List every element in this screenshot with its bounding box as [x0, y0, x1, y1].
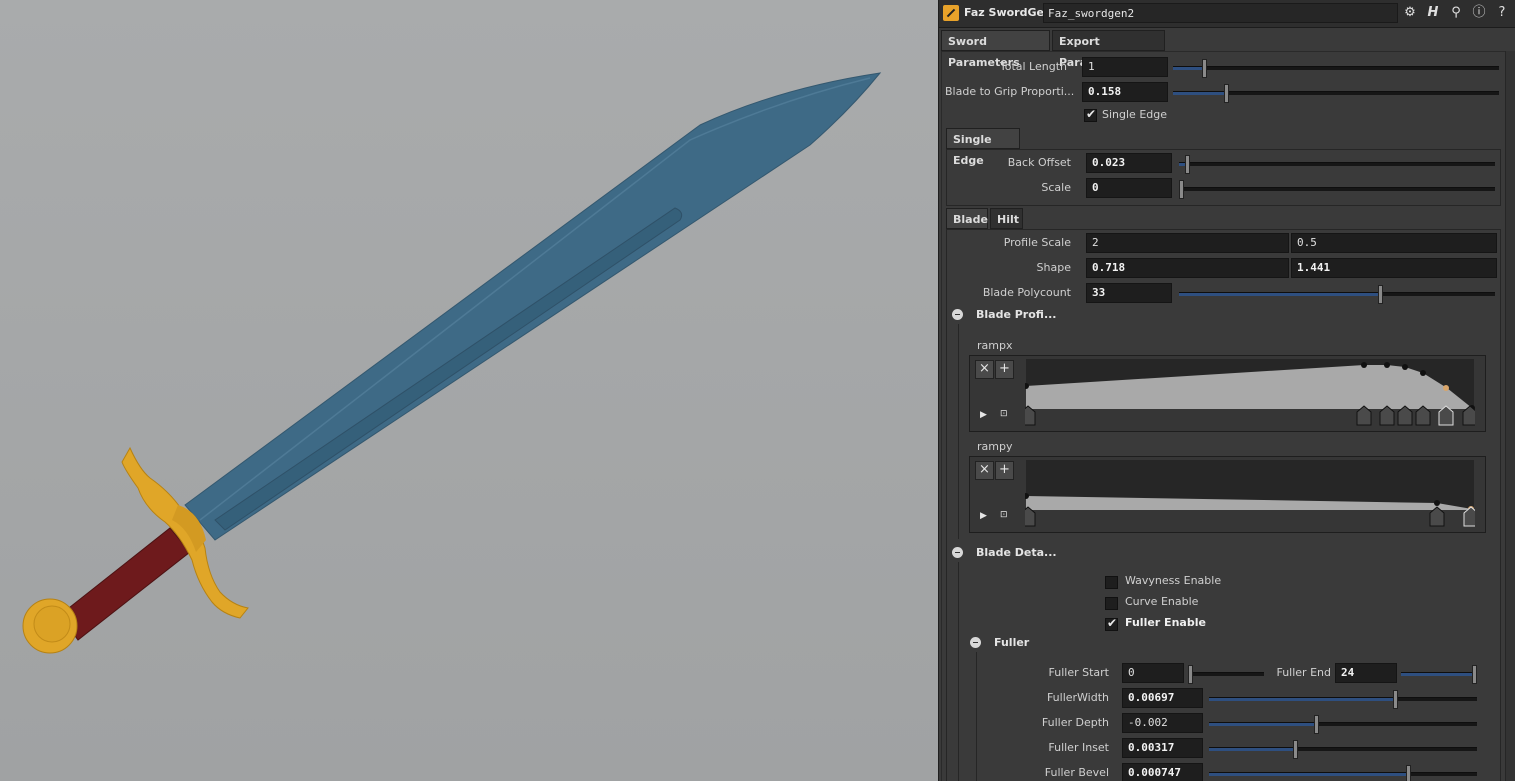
fuller-start-slider[interactable] — [1188, 665, 1264, 684]
fuller-bevel-field[interactable]: 0.000747 — [1122, 763, 1203, 781]
houdini-help-icon[interactable]: H — [1425, 5, 1441, 21]
shape-label: Shape — [1036, 261, 1071, 274]
node-type-label: Faz SwordGen — [964, 6, 1052, 19]
fuller-folder[interactable]: Fuller — [994, 636, 1029, 649]
fuller-start-label: Fuller Start — [1048, 666, 1109, 679]
folder-indent-line — [958, 324, 959, 539]
blade-polycount-field[interactable]: 33 — [1086, 283, 1172, 303]
blade-profile-folder[interactable]: Blade Profi... — [976, 308, 1056, 321]
total-length-slider[interactable] — [1173, 59, 1499, 78]
rampx-graph[interactable] — [1025, 358, 1475, 430]
remove-key-icon[interactable]: × — [975, 461, 994, 480]
tab-blade[interactable]: Blade — [946, 208, 988, 229]
blade-polycount-slider[interactable] — [1179, 285, 1495, 304]
blade-grip-proportion-field[interactable]: 0.158 — [1082, 82, 1168, 102]
fuller-enable-label: Fuller Enable — [1125, 616, 1206, 629]
fuller-width-slider[interactable] — [1209, 690, 1477, 709]
fuller-bevel-label: Fuller Bevel — [1044, 766, 1109, 779]
total-length-field[interactable]: 1 — [1082, 57, 1168, 77]
back-offset-label: Back Offset — [1007, 156, 1071, 169]
fuller-width-label: FullerWidth — [1046, 691, 1109, 704]
fuller-inset-label: Fuller Inset — [1048, 741, 1109, 754]
scale-label: Scale — [1041, 181, 1071, 194]
back-offset-slider[interactable] — [1179, 155, 1495, 174]
blade-polycount-label: Blade Polycount — [982, 286, 1071, 299]
parameter-header: Faz SwordGen Faz_swordgen2 ⚙ H ⚲ ⓘ ? — [939, 0, 1515, 28]
blade-details-folder[interactable]: Blade Deta... — [976, 546, 1057, 559]
curve-enable-checkbox[interactable] — [1105, 597, 1118, 610]
collapse-icon[interactable] — [970, 637, 981, 648]
blade-grip-proportion-slider[interactable] — [1173, 84, 1499, 103]
fuller-depth-slider[interactable] — [1209, 715, 1477, 734]
tab-hilt[interactable]: Hilt — [990, 208, 1023, 229]
sword-model — [22, 72, 882, 654]
tab-single-edge[interactable]: Single Edge — [946, 128, 1020, 167]
add-key-icon[interactable]: + — [995, 461, 1014, 480]
scrollbar[interactable] — [1505, 51, 1515, 781]
node-type-icon — [943, 5, 959, 21]
collapse-icon[interactable] — [952, 547, 963, 558]
profile-scale-y-field[interactable]: 0.5 — [1291, 233, 1497, 253]
add-key-icon[interactable]: + — [995, 360, 1014, 379]
fuller-depth-label: Fuller Depth — [1041, 716, 1109, 729]
fit-view-icon[interactable]: ⊡ — [1000, 510, 1008, 520]
single-edge-checkbox[interactable] — [1084, 107, 1097, 122]
fuller-width-field[interactable]: 0.00697 — [1122, 688, 1203, 708]
remove-key-icon[interactable]: × — [975, 360, 994, 379]
shape-x-field[interactable]: 0.718 — [1086, 258, 1289, 278]
fuller-end-label: Fuller End — [1276, 666, 1331, 679]
scale-field[interactable]: 0 — [1086, 178, 1172, 198]
rampy-label: rampy — [977, 440, 1013, 453]
info-icon[interactable]: ⓘ — [1471, 5, 1487, 21]
search-icon[interactable]: ⚲ — [1448, 5, 1464, 21]
fuller-end-field[interactable]: 24 — [1335, 663, 1397, 683]
gear-icon[interactable]: ⚙ — [1402, 5, 1418, 21]
fuller-depth-field[interactable]: -0.002 — [1122, 713, 1203, 733]
rampy-graph[interactable] — [1025, 459, 1475, 531]
profile-scale-label: Profile Scale — [1003, 236, 1071, 249]
fuller-bevel-slider[interactable] — [1209, 765, 1477, 781]
fuller-start-field[interactable]: 0 — [1122, 663, 1184, 683]
rampx-label: rampx — [977, 339, 1013, 352]
collapse-icon[interactable] — [952, 309, 963, 320]
profile-scale-x-field[interactable]: 2 — [1086, 233, 1289, 253]
curve-enable-label: Curve Enable — [1125, 595, 1199, 608]
expand-arrow-icon[interactable]: ▶ — [980, 511, 987, 521]
total-length-label: Total Length — [999, 60, 1067, 73]
parameter-panel: Faz SwordGen Faz_swordgen2 ⚙ H ⚲ ⓘ ? Swo… — [938, 0, 1515, 781]
wavyness-enable-checkbox[interactable] — [1105, 576, 1118, 589]
shape-y-field[interactable]: 1.441 — [1291, 258, 1497, 278]
viewport[interactable] — [0, 0, 938, 781]
fuller-end-slider[interactable] — [1401, 665, 1477, 684]
fit-view-icon[interactable]: ⊡ — [1000, 409, 1008, 419]
fuller-enable-checkbox[interactable] — [1105, 616, 1118, 631]
folder-indent-line — [976, 652, 977, 781]
blade-grip-proportion-label: Blade to Grip Proporti... — [945, 85, 1075, 98]
wavyness-enable-label: Wavyness Enable — [1125, 574, 1222, 587]
tab-export-parameters[interactable]: Export Parameters — [1052, 30, 1165, 69]
folder-indent-line — [958, 562, 959, 781]
tab-sword-parameters[interactable]: Sword Parameters — [941, 30, 1050, 69]
fuller-inset-field[interactable]: 0.00317 — [1122, 738, 1203, 758]
back-offset-field[interactable]: 0.023 — [1086, 153, 1172, 173]
single-edge-label: Single Edge — [1102, 108, 1167, 121]
expand-arrow-icon[interactable]: ▶ — [980, 410, 987, 420]
help-icon[interactable]: ? — [1494, 5, 1510, 21]
scale-slider[interactable] — [1179, 180, 1495, 199]
node-name-field[interactable]: Faz_swordgen2 — [1043, 3, 1398, 23]
fuller-inset-slider[interactable] — [1209, 740, 1477, 759]
